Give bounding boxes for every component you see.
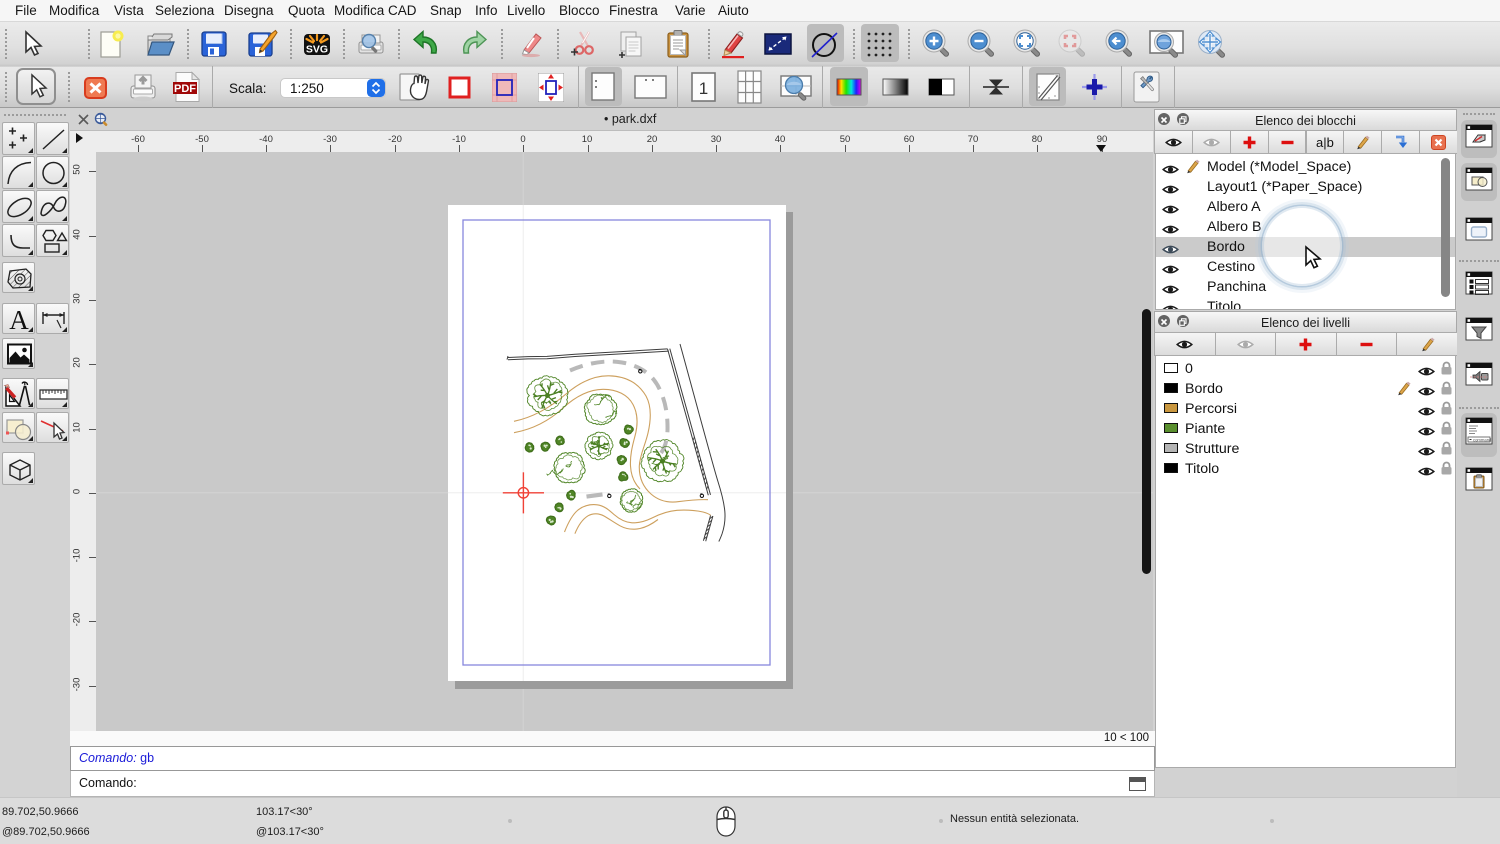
- svg-text:A: A: [9, 305, 29, 335]
- svg-text:command: command: [1473, 437, 1492, 442]
- svg-text:1: 1: [699, 79, 708, 98]
- svg-text:PDF: PDF: [174, 83, 196, 95]
- svg-text:SVG: SVG: [306, 44, 328, 56]
